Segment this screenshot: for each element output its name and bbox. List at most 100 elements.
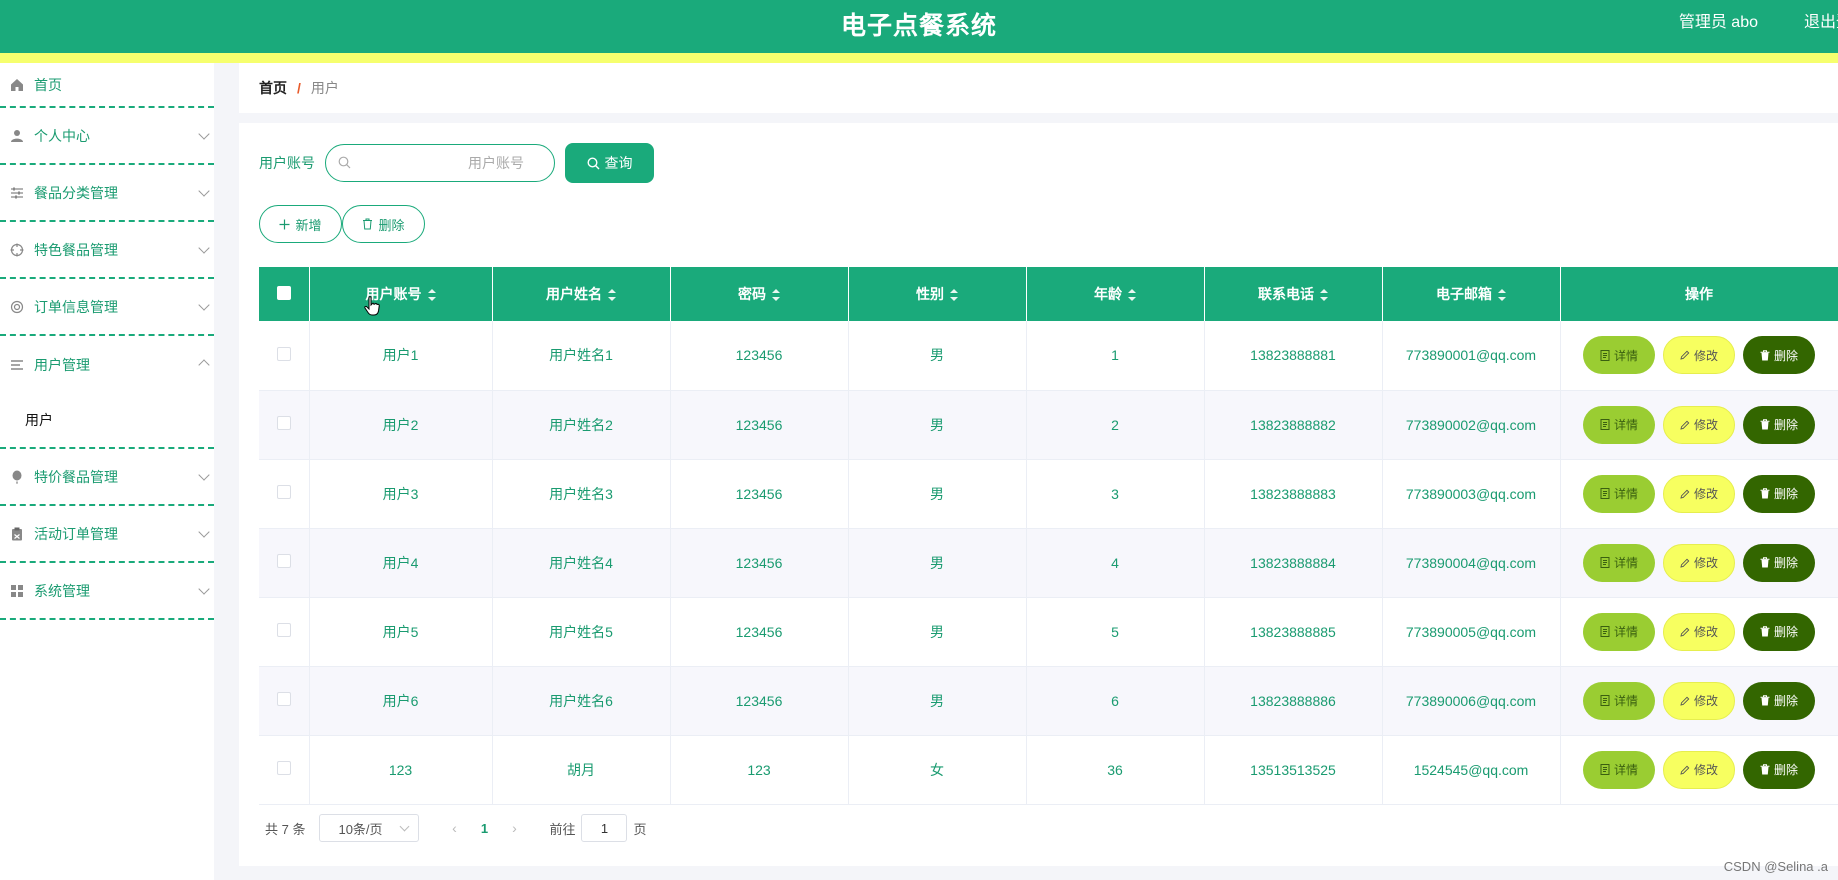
- column-header-account[interactable]: 用户账号: [309, 267, 493, 321]
- query-button[interactable]: 查询: [565, 143, 654, 183]
- row-select-cell[interactable]: [259, 666, 310, 736]
- add-button-label: 新增: [295, 217, 322, 233]
- select-all-cell[interactable]: [259, 267, 310, 321]
- detail-button[interactable]: 详情: [1583, 474, 1655, 513]
- row-select-cell[interactable]: [259, 528, 310, 598]
- row-select-cell[interactable]: [259, 597, 310, 667]
- breadcrumb-home[interactable]: 首页: [259, 78, 287, 98]
- row-checkbox[interactable]: [276, 692, 291, 706]
- sidebar-item-discount-dish-mgmt[interactable]: 特价餐品管理: [0, 449, 214, 506]
- plus-icon: [279, 219, 290, 230]
- edit-button[interactable]: 修改: [1663, 474, 1735, 513]
- row-checkbox[interactable]: [276, 346, 291, 361]
- sidebar-item-personal-center[interactable]: 个人中心: [0, 108, 214, 165]
- pencil-icon: [1680, 350, 1690, 360]
- row-checkbox[interactable]: [276, 485, 291, 499]
- column-header-age[interactable]: 年龄: [1026, 267, 1205, 321]
- lifebuoy-icon: [8, 298, 26, 316]
- row-select-cell[interactable]: [259, 735, 310, 805]
- sort-icon[interactable]: [608, 289, 616, 302]
- delete-button[interactable]: 删除: [1743, 750, 1815, 789]
- row-checkbox[interactable]: [276, 554, 291, 568]
- edit-button[interactable]: 修改: [1663, 612, 1735, 651]
- cell-age: 6: [1026, 666, 1205, 736]
- edit-button-label: 修改: [1693, 418, 1718, 432]
- next-page-button[interactable]: ›: [499, 820, 529, 836]
- detail-button[interactable]: 详情: [1583, 750, 1655, 789]
- column-header-email[interactable]: 电子邮箱: [1382, 267, 1561, 321]
- header-label: 密码: [738, 286, 766, 302]
- sidebar-item-home[interactable]: 首页: [0, 63, 214, 108]
- search-input[interactable]: [326, 145, 554, 181]
- detail-button-label: 详情: [1613, 348, 1638, 363]
- logout-link[interactable]: 退出登: [1804, 8, 1838, 32]
- sidebar: 首页 个人中心 餐品分类管理 特色餐品管理 订单信息管理 用户管理 用户 特价餐…: [0, 63, 214, 880]
- row-select-cell[interactable]: [259, 390, 310, 460]
- action-row: 新增 删除: [259, 205, 425, 243]
- sidebar-item-user-mgmt[interactable]: 用户管理: [0, 336, 214, 393]
- delete-button[interactable]: 删除: [1743, 474, 1815, 513]
- delete-button-label: 删除: [1773, 348, 1798, 363]
- sidebar-item-label: 特价餐品管理: [34, 468, 118, 485]
- edit-button[interactable]: 修改: [1663, 405, 1735, 444]
- detail-button[interactable]: 详情: [1583, 681, 1655, 720]
- edit-button[interactable]: 修改: [1663, 681, 1735, 720]
- cell-phone: 13823888882: [1204, 390, 1383, 460]
- row-checkbox[interactable]: [276, 761, 291, 775]
- sort-icon[interactable]: [950, 289, 958, 302]
- sort-icon[interactable]: [1498, 289, 1506, 302]
- select-all-checkbox[interactable]: [276, 285, 291, 300]
- sidebar-item-category-mgmt[interactable]: 餐品分类管理: [0, 165, 214, 222]
- delete-button[interactable]: 删除: [1743, 681, 1815, 720]
- cell-password: 123456: [670, 666, 849, 736]
- prev-page-button[interactable]: ‹: [439, 820, 469, 836]
- column-header-password[interactable]: 密码: [670, 267, 849, 321]
- detail-button[interactable]: 详情: [1583, 612, 1655, 651]
- delete-button[interactable]: 删除: [1743, 612, 1815, 651]
- page-size-select[interactable]: 10条/页: [319, 814, 420, 842]
- delete-button[interactable]: 删除: [1743, 543, 1815, 582]
- row-select-cell[interactable]: [259, 321, 310, 391]
- detail-button[interactable]: 详情: [1583, 336, 1655, 375]
- row-select-cell[interactable]: [259, 459, 310, 529]
- sidebar-item-system-mgmt[interactable]: 系统管理: [0, 563, 214, 620]
- detail-button[interactable]: 详情: [1583, 405, 1655, 444]
- sidebar-item-special-dish-mgmt[interactable]: 特色餐品管理: [0, 222, 214, 279]
- column-header-gender[interactable]: 性别: [848, 267, 1027, 321]
- batch-delete-button[interactable]: 删除: [342, 205, 425, 243]
- row-checkbox[interactable]: [276, 623, 291, 637]
- add-button[interactable]: 新增: [259, 205, 342, 243]
- page-number-button[interactable]: 1: [469, 821, 499, 836]
- sort-icon[interactable]: [427, 289, 436, 302]
- delete-button[interactable]: 删除: [1743, 405, 1815, 444]
- sidebar-item-label: 特色餐品管理: [34, 241, 118, 258]
- chevron-down-icon: [198, 128, 210, 140]
- column-header-phone[interactable]: 联系电话: [1204, 267, 1383, 321]
- delete-button-label: 删除: [1773, 556, 1798, 570]
- chevron-down-icon: [198, 583, 210, 595]
- row-checkbox[interactable]: [276, 416, 291, 430]
- home-icon: [8, 76, 26, 94]
- cell-gender: 男: [848, 321, 1027, 391]
- chevron-down-icon: [400, 821, 410, 832]
- sort-icon[interactable]: [772, 289, 780, 302]
- sort-icon[interactable]: [1128, 289, 1136, 302]
- cell-name: 用户姓名6: [492, 666, 671, 736]
- list-icon: [8, 356, 26, 374]
- document-icon: [1600, 557, 1610, 568]
- sidebar-item-order-mgmt[interactable]: 订单信息管理: [0, 279, 214, 336]
- detail-button-label: 详情: [1613, 418, 1638, 432]
- edit-button[interactable]: 修改: [1663, 336, 1735, 375]
- admin-user-label[interactable]: 管理员 abo: [1679, 8, 1758, 32]
- detail-button[interactable]: 详情: [1583, 543, 1655, 582]
- sidebar-item-activity-order-mgmt[interactable]: 活动订单管理: [0, 506, 214, 563]
- sidebar-subitem-user[interactable]: 用户: [0, 393, 214, 449]
- trash-icon: [1760, 695, 1770, 706]
- edit-button[interactable]: 修改: [1663, 543, 1735, 582]
- column-header-name[interactable]: 用户姓名: [492, 267, 671, 321]
- sort-icon[interactable]: [1320, 289, 1328, 302]
- pencil-icon: [1680, 420, 1690, 430]
- edit-button[interactable]: 修改: [1663, 750, 1735, 789]
- delete-button[interactable]: 删除: [1743, 336, 1815, 375]
- goto-page-input[interactable]: [581, 814, 628, 842]
